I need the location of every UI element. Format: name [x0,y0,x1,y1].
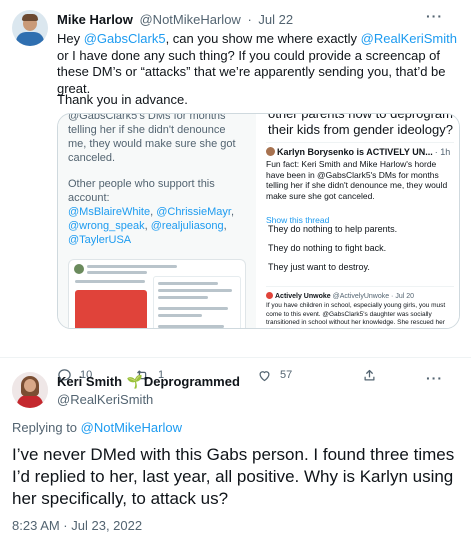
avatar[interactable] [12,10,48,46]
card-meta: @ActivelyUnwoke · Jul 20 [332,293,415,300]
tweet-text-segment: Hey [57,31,84,46]
author-name[interactable]: Mike Harlow [57,12,133,27]
more-options-icon[interactable]: ··· [426,8,443,24]
screenshot-text-left: @GabsClark5's DMs for months telling her… [68,114,254,247]
author-name-text: Keri Smith [57,374,123,389]
separator: · [247,12,252,27]
mention-link[interactable]: @RealKeriSmith [361,31,457,46]
card-text: If you have children in school, especial… [266,302,446,328]
tweet-text-segment: , can you show me where exactly [165,31,361,46]
screenshot-mention: @wrong_speak [68,220,145,232]
share-button[interactable] [362,367,385,383]
share-icon [364,369,375,380]
media-grid[interactable]: @GabsClark5's DMs for months telling her… [57,113,460,329]
replying-prefix: Replying to [12,420,81,435]
media-image-left[interactable]: @GabsClark5's DMs for months telling her… [58,114,256,328]
like-count: 57 [280,369,293,381]
heart-icon [259,370,270,381]
screenshot-mention: @realjuliasong [150,220,224,232]
author-name[interactable]: Keri Smith 🌱Deprogrammed [57,374,240,390]
replying-to: Replying to @NotMikeHarlow [12,420,182,435]
screenshot-lines: They do nothing to help parents. They do… [268,224,456,281]
media-image-right[interactable]: other parents how to deprogram their kid… [258,114,459,328]
mention-link[interactable]: @GabsClark5 [84,31,166,46]
embedded-tweet-thumbnail [68,259,246,328]
quoted-tweet: Karlyn Borysenko is ACTIVELY UN... · 1h F… [266,142,454,225]
embedded-tweet-card: Actively Unwoke @ActivelyUnwoke · Jul 20… [266,286,454,328]
card-author: Actively Unwoke [275,293,331,300]
tweet-header: Mike Harlow @NotMikeHarlow · Jul 22 [57,12,293,27]
screenshot-text-top: other parents how to deprogram their kid… [268,114,453,137]
tweet-mike-harlow[interactable]: Mike Harlow @NotMikeHarlow · Jul 22 ··· … [0,0,471,382]
mention-link[interactable]: @NotMikeHarlow [81,420,182,435]
quoted-avatar [266,147,275,156]
screenshot-line: They do nothing to help parents. [268,224,398,234]
author-name-suffix: Deprogrammed [143,374,240,389]
quoted-time: · 1h [434,147,451,157]
author-handle[interactable]: @NotMikeHarlow [139,12,240,27]
tweet-sign-off: Thank you in advance. [57,92,188,107]
quoted-author: Karlyn Borysenko is ACTIVELY UN... [277,147,433,157]
tweet-date[interactable]: Jul 22 [258,12,293,27]
screenshot-mention: @MsBlaireWhite [68,206,151,218]
screenshot-line: @GabsClark5's DMs for months [68,114,226,122]
tweet-timestamp[interactable]: 8:23 AM · Jul 23, 2022 [12,518,142,533]
tweet-text-segment: or I have done any such thing? If you co… [57,47,446,96]
screenshot-line: telling her if she didn't denounce [68,124,226,136]
screenshot-line: me, they would make sure she got [68,138,236,150]
screenshot-mention: @TaylerUSA [68,234,132,246]
avatar[interactable] [12,372,48,408]
sprout-icon: 🌱 [126,374,143,389]
tweet-text: I’ve never DMed with this Gabs person. I… [12,445,455,508]
screenshot-line: canceled. [68,152,116,164]
author-handle[interactable]: @RealKeriSmith [57,392,153,407]
tweet-text: Hey @GabsClark5, can you show me where e… [57,31,457,97]
screenshot-line: They just want to destroy. [268,262,370,272]
tweet-divider [0,357,471,358]
screenshot-line: Other people who support this account: [68,178,215,204]
like-button[interactable]: 57 [257,367,292,383]
quoted-text: Fun fact: Keri Smith and Mike Harlow's h… [266,159,448,201]
more-options-icon[interactable]: ··· [426,370,443,386]
screenshot-mention: @ChrissieMayr [156,206,231,218]
screenshot-line: They do nothing to fight back. [268,243,387,253]
